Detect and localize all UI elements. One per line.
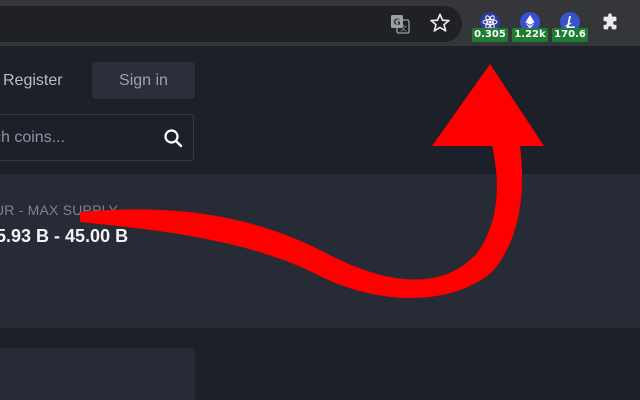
screenshot: G 文 0.305 1.22k 170.6 Register Sign in c…	[0, 0, 640, 400]
browser-toolbar: G 文 0.305 1.22k 170.6	[0, 0, 640, 46]
coin-info-panel	[0, 174, 640, 328]
register-link[interactable]: Register	[3, 70, 63, 92]
search-icon[interactable]	[163, 128, 183, 148]
search-input[interactable]	[0, 115, 153, 160]
svg-text:文: 文	[400, 24, 407, 33]
extension-ltc-price[interactable]: 170.6	[552, 10, 588, 44]
price-badge: 170.6	[552, 28, 588, 42]
extension-eth-price[interactable]: 1.22k	[512, 10, 548, 44]
supply-label: UR - MAX SUPPLY	[0, 202, 119, 218]
extensions-puzzle-icon[interactable]	[598, 11, 622, 35]
translate-icon[interactable]: G 文	[388, 12, 412, 36]
supply-value: 5.93 B - 45.00 B	[0, 226, 129, 246]
price-badge: 0.305	[472, 28, 508, 42]
signin-button[interactable]: Sign in	[92, 62, 195, 99]
extension-atom-price[interactable]: 0.305	[472, 10, 508, 44]
bookmark-star-icon[interactable]	[428, 11, 452, 35]
price-badge: 1.22k	[512, 28, 548, 42]
content-card	[0, 348, 195, 400]
search-box	[0, 114, 194, 161]
